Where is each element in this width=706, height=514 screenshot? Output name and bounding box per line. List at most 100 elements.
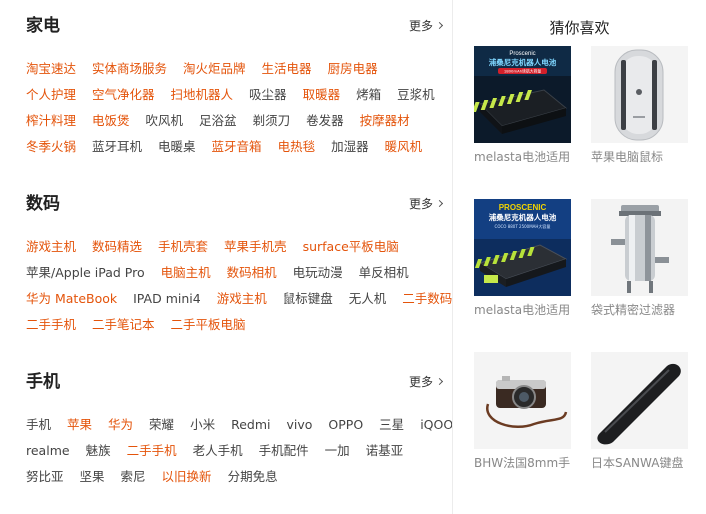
chevron-right-icon bbox=[435, 377, 444, 386]
category-link[interactable]: 扫地机器人 bbox=[171, 87, 234, 103]
guess-title: 猜你喜欢 bbox=[549, 19, 610, 37]
category-link[interactable]: 二手手机 bbox=[26, 317, 76, 333]
battery-charger-product-image: Proscenic 浦桑尼克机器人电池 1800mAh续航大容量 bbox=[474, 46, 571, 143]
category-link[interactable]: 蓝牙音箱 bbox=[212, 139, 262, 155]
category-link[interactable]: 足浴盆 bbox=[199, 113, 237, 129]
category-link[interactable]: 数码精选 bbox=[92, 239, 142, 255]
category-link[interactable]: 蓝牙耳机 bbox=[92, 139, 142, 155]
category-link[interactable]: 电饭煲 bbox=[92, 113, 130, 129]
section-title: 手机 bbox=[26, 372, 60, 392]
more-link[interactable]: 更多 bbox=[409, 18, 444, 34]
chevron-right-icon bbox=[435, 199, 444, 208]
category-link[interactable]: 鼠标键盘 bbox=[283, 291, 333, 307]
magic-mouse-product-image bbox=[591, 46, 688, 143]
category-link[interactable]: 电玩动漫 bbox=[293, 265, 343, 281]
product-banner: Proscenic bbox=[509, 51, 535, 57]
category-link[interactable]: 荣耀 bbox=[149, 417, 174, 433]
product-card[interactable]: BHW法国8mm手 bbox=[474, 352, 574, 471]
link-row: 手机 苹果 华为 荣耀 小米 Redmi vivo OPPO 三星 iQOO bbox=[26, 412, 453, 438]
category-link[interactable]: 苹果手机壳 bbox=[224, 239, 287, 255]
category-link[interactable]: 游戏主机 bbox=[26, 239, 76, 255]
product-card[interactable]: 日本SANWA键盘 bbox=[591, 352, 691, 471]
category-link[interactable]: 坚果 bbox=[80, 469, 105, 485]
category-link[interactable]: 苹果 bbox=[67, 417, 92, 433]
category-link[interactable]: 榨汁料理 bbox=[26, 113, 76, 129]
category-link[interactable]: 努比亚 bbox=[26, 469, 64, 485]
category-link[interactable]: 三星 bbox=[379, 417, 404, 433]
category-link[interactable]: 暖风机 bbox=[385, 139, 423, 155]
category-link[interactable]: 苹果/Apple iPad Pro bbox=[26, 265, 145, 281]
category-link[interactable]: 数码相机 bbox=[227, 265, 277, 281]
category-link[interactable]: 厨房电器 bbox=[328, 61, 378, 77]
product-name[interactable]: BHW法国8mm手 bbox=[474, 455, 574, 471]
product-subtitle: 浦桑尼克机器人电池 bbox=[489, 57, 557, 67]
category-link[interactable]: 实体商场服务 bbox=[92, 61, 167, 77]
category-link[interactable]: 二手笔记本 bbox=[92, 317, 155, 333]
category-link[interactable]: surface平板电脑 bbox=[303, 239, 399, 255]
category-link[interactable]: iQOO bbox=[420, 417, 453, 433]
category-link[interactable]: 小米 bbox=[190, 417, 215, 433]
category-link[interactable]: 华为 MateBook bbox=[26, 291, 117, 307]
link-row: 努比亚 坚果 索尼 以旧换新 分期免息 bbox=[26, 464, 442, 490]
product-name[interactable]: melasta电池适用 bbox=[474, 149, 574, 165]
category-link[interactable]: 一加 bbox=[325, 443, 350, 459]
category-link[interactable]: 二手数码 bbox=[402, 291, 452, 307]
category-link[interactable]: 手机配件 bbox=[259, 443, 309, 459]
category-link[interactable]: 魅族 bbox=[86, 443, 111, 459]
category-link[interactable]: 分期免息 bbox=[228, 469, 278, 485]
category-link[interactable]: 吸尘器 bbox=[249, 87, 287, 103]
bag-filter-product-image bbox=[591, 199, 688, 296]
product-name[interactable]: 日本SANWA键盘 bbox=[591, 455, 691, 471]
category-link[interactable]: 二手手机 bbox=[127, 443, 177, 459]
category-link[interactable]: 华为 bbox=[108, 417, 133, 433]
product-card[interactable]: 袋式精密过滤器 bbox=[591, 199, 691, 318]
category-link[interactable]: 老人手机 bbox=[193, 443, 243, 459]
product-name[interactable]: 苹果电脑鼠标 bbox=[591, 149, 691, 165]
category-link[interactable]: 索尼 bbox=[121, 469, 146, 485]
category-panel: 家电 更多 淘宝速达 实体商场服务 淘火炬品牌 生活电器 厨房电器 个人护理 空气净化器 扫地… bbox=[0, 0, 453, 514]
product-card[interactable]: Proscenic 浦桑尼克机器人电池 1800mAh续航大容量 melasta… bbox=[474, 46, 574, 165]
product-card[interactable]: PROSCENIC 浦桑尼克机器人电池 COCO 880T 2500MAH大容量 bbox=[474, 199, 574, 318]
category-link[interactable]: 取暖器 bbox=[303, 87, 341, 103]
product-tag: 1800mAh续航大容量 bbox=[504, 69, 542, 74]
category-link[interactable]: IPAD mini4 bbox=[133, 291, 201, 307]
category-link[interactable]: 电暖桌 bbox=[158, 139, 196, 155]
category-link[interactable]: 生活电器 bbox=[262, 61, 312, 77]
category-link[interactable]: 按摩器材 bbox=[360, 113, 410, 129]
link-row: 榨汁料理 电饭煲 吹风机 足浴盆 剃须刀 卷发器 按摩器材 bbox=[26, 108, 442, 134]
category-link[interactable]: realme bbox=[26, 443, 70, 459]
category-link[interactable]: 吹风机 bbox=[146, 113, 184, 129]
category-link[interactable]: 电脑主机 bbox=[161, 265, 211, 281]
category-link[interactable]: vivo bbox=[286, 417, 312, 433]
category-link[interactable]: 加湿器 bbox=[331, 139, 369, 155]
product-card[interactable]: 苹果电脑鼠标 bbox=[591, 46, 691, 165]
category-link[interactable]: 无人机 bbox=[349, 291, 387, 307]
category-link[interactable]: 冬季火锅 bbox=[26, 139, 76, 155]
category-link[interactable]: 手机壳套 bbox=[158, 239, 208, 255]
category-link[interactable]: 电热毯 bbox=[278, 139, 316, 155]
link-rows: 手机 苹果 华为 荣耀 小米 Redmi vivo OPPO 三星 iQOO realme 魅族 二手手… bbox=[26, 412, 453, 490]
category-link[interactable]: 单反相机 bbox=[359, 265, 409, 281]
category-link[interactable]: 剃须刀 bbox=[253, 113, 291, 129]
more-link[interactable]: 更多 bbox=[409, 374, 444, 390]
category-link[interactable]: 以旧换新 bbox=[162, 469, 212, 485]
category-link[interactable]: 豆浆机 bbox=[397, 87, 435, 103]
product-name[interactable]: melasta电池适用 bbox=[474, 302, 574, 318]
category-link[interactable]: 卷发器 bbox=[306, 113, 344, 129]
category-link[interactable]: OPPO bbox=[328, 417, 363, 433]
category-link[interactable]: 手机 bbox=[26, 417, 51, 433]
category-link[interactable]: 诺基亚 bbox=[366, 443, 404, 459]
category-link[interactable]: 二手平板电脑 bbox=[171, 317, 246, 333]
category-link[interactable]: 个人护理 bbox=[26, 87, 76, 103]
product-name[interactable]: 袋式精密过滤器 bbox=[591, 302, 691, 318]
category-link[interactable]: Redmi bbox=[231, 417, 270, 433]
more-link[interactable]: 更多 bbox=[409, 196, 444, 212]
link-row: 游戏主机 数码精选 手机壳套 苹果手机壳 surface平板电脑 bbox=[26, 234, 442, 260]
category-link[interactable]: 淘火炬品牌 bbox=[183, 61, 246, 77]
link-row: realme 魅族 二手手机 老人手机 手机配件 一加 诺基亚 bbox=[26, 438, 442, 464]
category-link[interactable]: 烤箱 bbox=[356, 87, 381, 103]
category-link[interactable]: 游戏主机 bbox=[217, 291, 267, 307]
link-row: 苹果/Apple iPad Pro 电脑主机 数码相机 电玩动漫 单反相机 bbox=[26, 260, 442, 286]
category-link[interactable]: 空气净化器 bbox=[92, 87, 155, 103]
category-link[interactable]: 淘宝速达 bbox=[26, 61, 76, 77]
